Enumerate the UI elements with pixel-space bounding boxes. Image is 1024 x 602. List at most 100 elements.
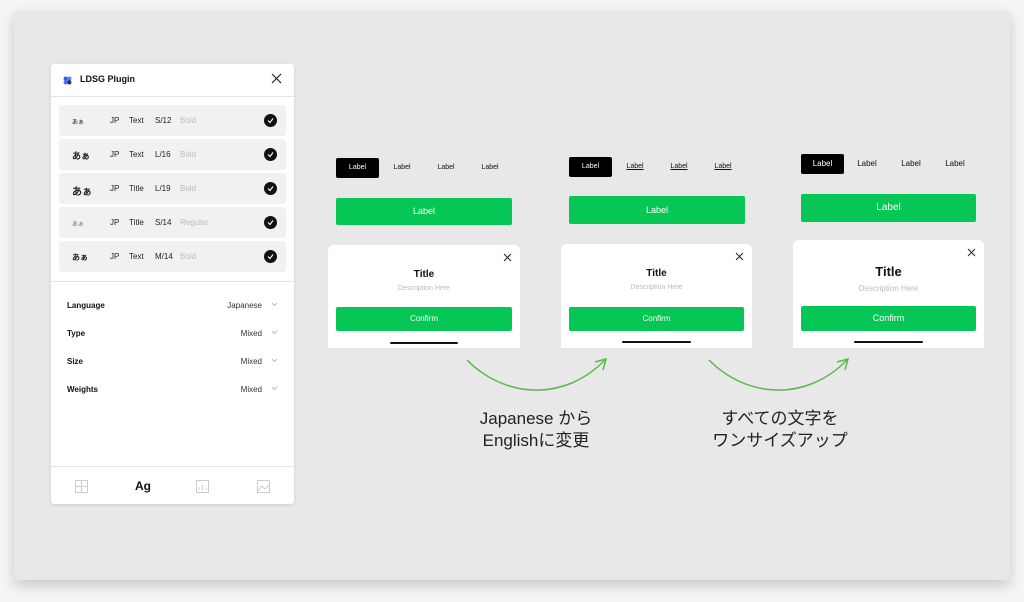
property-language[interactable]: Language Japanese [67, 292, 278, 320]
properties-list: Language Japanese Type Mixed Size Mixed … [51, 282, 294, 404]
property-value: Japanese [227, 301, 262, 310]
tab[interactable]: Label [468, 158, 512, 178]
style-sample: あぁ [72, 187, 92, 198]
plugin-panel: LDSG Plugin あぁ JP Text S/12 Bold あぁ JP T… [51, 64, 294, 504]
style-row[interactable]: あぁ JP Text L/16 Bold [59, 139, 286, 170]
tab-active[interactable]: Label [801, 154, 844, 174]
style-language: JP [110, 252, 120, 261]
segmented-tabs: Label Label Label Label [569, 157, 745, 177]
property-label: Weights [67, 385, 98, 394]
style-size: M/14 [155, 252, 173, 261]
style-type: Title [129, 218, 144, 227]
modal-card: Title Description Here Confirm [561, 244, 752, 348]
style-row[interactable]: あぁ JP Title L/19 Bold [59, 173, 286, 204]
style-row[interactable]: あぁ JP Text M/14 Bold [59, 241, 286, 272]
style-size: S/14 [155, 218, 172, 227]
style-sample: あぁ [72, 151, 91, 161]
style-size: L/16 [155, 150, 171, 159]
style-weight: Bold [180, 116, 197, 125]
arrow-icon [708, 357, 850, 391]
property-label: Type [67, 329, 86, 338]
style-type: Text [129, 116, 144, 125]
tab[interactable]: Label [424, 158, 468, 178]
style-weight: Bold [180, 252, 197, 261]
style-row[interactable]: あぁ JP Text S/12 Bold [59, 105, 286, 136]
image-icon[interactable] [257, 480, 270, 493]
close-icon[interactable] [967, 248, 976, 257]
confirm-button[interactable]: Confirm [569, 307, 744, 331]
style-language: JP [110, 218, 120, 227]
property-size[interactable]: Size Mixed [67, 348, 278, 376]
grid-icon[interactable] [75, 480, 88, 493]
home-indicator [390, 342, 458, 344]
close-icon[interactable] [503, 253, 512, 262]
close-icon[interactable] [735, 252, 744, 261]
card-title: Title [413, 269, 435, 280]
style-sample: あぁ [72, 222, 85, 228]
tab-active[interactable]: Label [569, 157, 612, 177]
plugin-title: LDSG Plugin [80, 74, 135, 84]
label-button[interactable]: Label [801, 194, 976, 222]
modal-card: Title Description Here Confirm [793, 240, 984, 348]
confirm-button[interactable]: Confirm [336, 307, 512, 331]
confirm-button[interactable]: Confirm [801, 306, 976, 331]
caption-line: Japanese から [479, 409, 593, 428]
style-type: Title [129, 184, 144, 193]
tab[interactable]: Label [933, 154, 977, 174]
style-type: Text [129, 150, 144, 159]
style-language: JP [110, 116, 120, 125]
style-language: JP [110, 184, 120, 193]
plugin-logo-icon [63, 76, 72, 85]
property-weights[interactable]: Weights Mixed [67, 376, 278, 404]
panel-header: LDSG Plugin [51, 64, 294, 97]
tab[interactable]: Label [613, 157, 657, 177]
caption-line: Englishに変更 [482, 431, 590, 450]
tab[interactable]: Label [701, 157, 745, 177]
style-row[interactable]: あぁ JP Title S/14 Regular [59, 207, 286, 238]
property-type[interactable]: Type Mixed [67, 320, 278, 348]
caption-language-change: Japanese から Englishに変更 [456, 408, 616, 452]
tab[interactable]: Label [889, 154, 933, 174]
close-icon[interactable] [271, 73, 282, 84]
style-weight: Bold [180, 150, 197, 159]
check-icon[interactable] [264, 250, 277, 263]
card-title: Title [646, 268, 667, 279]
style-sample: あぁ [72, 120, 85, 126]
check-icon[interactable] [264, 216, 277, 229]
style-size: L/19 [155, 184, 171, 193]
check-icon[interactable] [264, 148, 277, 161]
card-description: Description Here [397, 285, 451, 292]
chevron-down-icon[interactable] [271, 302, 278, 307]
caption-size-up: すべての文字を ワンサイズアップ [695, 408, 865, 452]
style-weight: Regular [180, 218, 209, 227]
chart-icon[interactable] [196, 480, 209, 493]
property-value: Mixed [240, 357, 262, 366]
style-sample: あぁ [72, 253, 88, 262]
segmented-tabs: Label Label Label Label [801, 154, 977, 174]
property-value: Mixed [240, 329, 262, 338]
tab-active[interactable]: Label [336, 158, 379, 178]
home-indicator [622, 341, 691, 343]
property-label: Size [67, 357, 84, 366]
arrow-icon [466, 357, 608, 391]
chevron-down-icon[interactable] [271, 386, 278, 391]
home-indicator [854, 341, 923, 343]
style-language: JP [110, 150, 120, 159]
chevron-down-icon[interactable] [271, 330, 278, 335]
caption-line: ワンサイズアップ [712, 431, 848, 450]
tab[interactable]: Label [657, 157, 701, 177]
chevron-down-icon[interactable] [271, 358, 278, 363]
check-icon[interactable] [264, 182, 277, 195]
card-description: Description Here [858, 284, 919, 293]
check-icon[interactable] [264, 114, 277, 127]
tab[interactable]: Label [380, 158, 424, 178]
tab[interactable]: Label [845, 154, 889, 174]
modal-card: Title Description Here Confirm [328, 245, 520, 348]
label-button[interactable]: Label [336, 198, 512, 225]
label-button[interactable]: Label [569, 196, 745, 224]
tab-typography[interactable]: Ag [135, 479, 151, 493]
style-size: S/12 [155, 116, 172, 125]
style-type: Text [129, 252, 144, 261]
caption-line: すべての文字を [721, 409, 839, 428]
property-label: Language [67, 301, 105, 310]
